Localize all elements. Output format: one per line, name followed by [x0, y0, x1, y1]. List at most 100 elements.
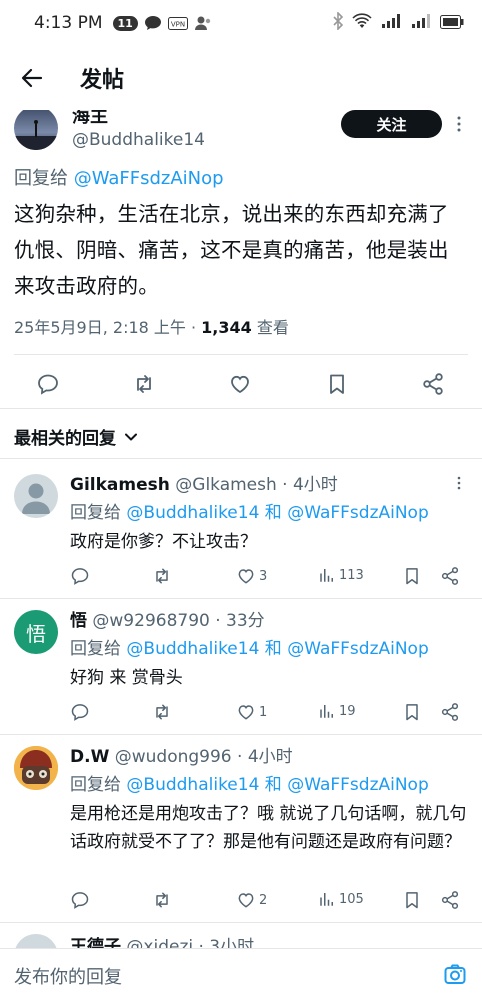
like-button[interactable] [228, 372, 252, 396]
views-label: 查看 [251, 318, 289, 337]
reply-author-handle[interactable]: @Glkamesh · 4小时 [175, 475, 338, 495]
reply-author-name[interactable]: 悟 [70, 611, 87, 631]
bookmark-button[interactable] [325, 372, 349, 396]
bookmark-icon [406, 704, 418, 721]
reply-to-user-link[interactable]: @WaFFsdzAiNop [74, 168, 224, 189]
reply-to-user-link[interactable]: @Buddhalike14 [126, 775, 259, 795]
repost-button[interactable] [132, 372, 156, 396]
comment-icon [38, 374, 58, 395]
top-app-bar: 发帖 [0, 46, 482, 110]
reply-to-and: 和 [259, 639, 288, 659]
views-button[interactable]: 19 [318, 702, 356, 720]
reply-author-name[interactable]: Gilkamesh [70, 475, 170, 495]
avatar[interactable] [14, 106, 58, 150]
share-button[interactable] [440, 566, 460, 586]
vpn-label: VPN [171, 20, 185, 28]
reply-to-and: 和 [259, 503, 288, 523]
views-chart-icon [320, 893, 333, 906]
avatar[interactable] [14, 746, 58, 790]
views-chart-icon [320, 569, 333, 582]
reply-author-handle[interactable]: @wudong996 · 4小时 [115, 747, 293, 767]
bookmark-button[interactable] [402, 566, 422, 586]
reply-input[interactable]: 发布你的回复 [14, 963, 122, 989]
divider [0, 734, 482, 735]
like-button[interactable]: 3 [236, 566, 267, 586]
reply-button[interactable] [36, 372, 60, 396]
vpn-icon: VPN [167, 16, 188, 30]
avatar-initial: 悟 [26, 621, 46, 646]
author-handle[interactable]: @Buddhalike14 [72, 130, 205, 150]
more-options-icon[interactable] [454, 476, 464, 490]
tweet-timestamp[interactable]: 25年5月9日, 2:18 上午 · [14, 318, 201, 337]
repost-button[interactable] [152, 566, 172, 586]
reply-to-user-link[interactable]: @Buddhalike14 [126, 503, 259, 523]
heart-icon [238, 705, 254, 720]
reply-item[interactable]: D.W @wudong996 · 4小时 回复给 @Buddhalike14 和… [0, 746, 482, 922]
reply-author-name[interactable]: 王德子 [70, 937, 121, 948]
share-icon [441, 891, 459, 909]
comment-icon [71, 892, 89, 909]
views-chart-icon [320, 705, 333, 718]
reply-author-name[interactable]: D.W [70, 747, 109, 767]
comment-icon [71, 704, 89, 721]
reply-button[interactable] [70, 890, 90, 910]
divider [0, 922, 482, 923]
reply-to-prefix: 回复给 [14, 168, 68, 189]
share-button[interactable] [421, 372, 445, 396]
reply-text: 政府是你爹？不让攻击？ [70, 532, 257, 552]
avatar[interactable] [14, 934, 58, 948]
reply-to-user-link[interactable]: @Buddhalike14 [126, 639, 259, 659]
reply-header: 王德子 @xidezi · 3小时 [70, 934, 254, 948]
bookmark-button[interactable] [402, 890, 422, 910]
repost-button[interactable] [152, 890, 172, 910]
like-button[interactable]: 2 [236, 890, 267, 910]
reply-to-user-link[interactable]: @WaFFsdzAiNop [287, 775, 429, 795]
reply-to-user-link[interactable]: @WaFFsdzAiNop [287, 503, 429, 523]
views-button[interactable]: 105 [318, 890, 364, 908]
account-icon [194, 15, 212, 31]
reply-item[interactable]: 悟 悟 @w92968790 · 33分 回复给 @Buddhalike14 和… [0, 610, 482, 734]
reply-button[interactable] [70, 702, 90, 722]
reply-author-handle[interactable]: @w92968790 · 33分 [92, 611, 264, 631]
repost-button[interactable] [152, 702, 172, 722]
reply-to-line: 回复给 @WaFFsdzAiNop [14, 164, 224, 190]
reply-to-user-link[interactable]: @WaFFsdzAiNop [287, 639, 429, 659]
reply-author-handle[interactable]: @xidezi · 3小时 [126, 937, 254, 948]
repost-icon [156, 568, 168, 584]
reply-actions: 1 19 [70, 702, 470, 726]
signal-icon [380, 13, 402, 33]
wifi-icon [352, 13, 372, 33]
camera-button[interactable] [443, 963, 467, 987]
share-icon [423, 373, 443, 395]
heart-icon [238, 569, 254, 584]
repost-icon [156, 704, 168, 720]
share-button[interactable] [440, 702, 460, 722]
back-button[interactable] [12, 58, 52, 98]
avatar[interactable]: 悟 [14, 610, 58, 654]
more-options-icon[interactable] [454, 116, 464, 132]
bookmark-button[interactable] [402, 702, 422, 722]
heart-icon [231, 375, 249, 394]
reply-button[interactable] [70, 566, 90, 586]
reply-item[interactable]: 王德子 @xidezi · 3小时 [0, 934, 482, 948]
reply-to-prefix: 回复给 [70, 775, 127, 795]
views-button[interactable]: 113 [318, 566, 364, 584]
reply-actions: 2 105 [70, 890, 470, 914]
like-button[interactable]: 1 [236, 702, 267, 722]
share-button[interactable] [440, 890, 460, 910]
tweet-meta: 25年5月9日, 2:18 上午 · 1,344 查看 [14, 314, 289, 338]
bookmark-icon [406, 568, 418, 585]
chat-bubble-icon [144, 15, 162, 31]
reply-text: 是用枪还是用炮攻击了？哦 就说了几句话啊，就几句话政府就受不了了？那是他有问题还… [70, 804, 467, 852]
repost-icon [156, 892, 168, 908]
divider [0, 458, 482, 459]
follow-button[interactable]: 关注 [341, 110, 442, 138]
sort-replies-dropdown[interactable]: 最相关的回复 [14, 424, 138, 449]
avatar[interactable] [14, 474, 58, 518]
status-bar: 4:13 PM 11 VPN [0, 0, 482, 46]
reply-actions: 3 113 [70, 566, 470, 590]
comment-icon [71, 568, 89, 585]
camera-icon [444, 964, 466, 984]
like-count: 1 [259, 704, 268, 720]
reply-item[interactable]: Gilkamesh @Glkamesh · 4小时 回复给 @Buddhalik… [0, 474, 482, 598]
